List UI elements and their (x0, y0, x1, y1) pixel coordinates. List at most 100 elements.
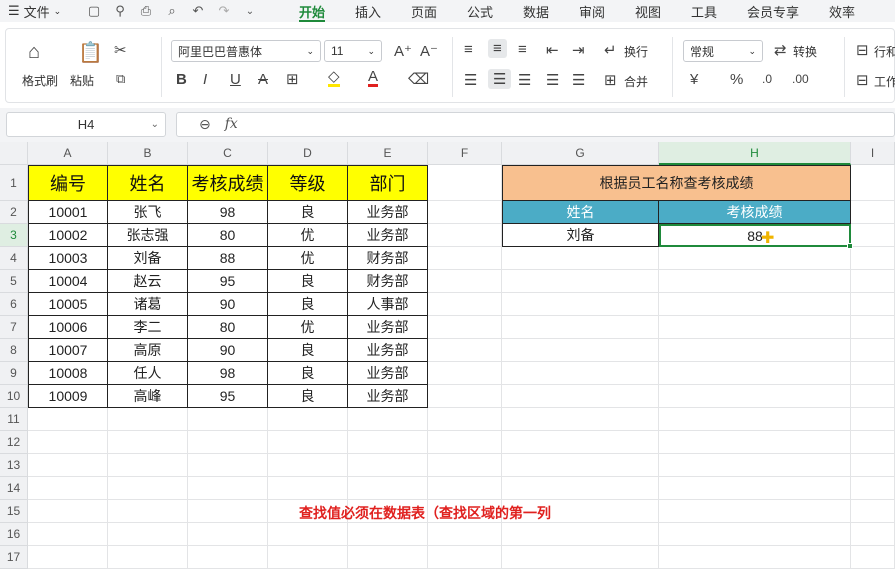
cell[interactable] (188, 408, 268, 431)
cell[interactable] (659, 247, 851, 270)
table-cell[interactable]: 88 (188, 247, 268, 270)
row-header-1[interactable]: 1 (0, 165, 28, 201)
cell[interactable] (188, 431, 268, 454)
cell[interactable] (851, 523, 895, 546)
table-cell[interactable]: 高原 (108, 339, 188, 362)
cell[interactable] (428, 454, 502, 477)
merge-label[interactable]: 合并 (624, 73, 648, 90)
cell[interactable] (659, 270, 851, 293)
table-cell[interactable]: 人事部 (348, 293, 428, 316)
tab-page[interactable]: 页面 (411, 2, 437, 21)
cell[interactable] (428, 385, 502, 408)
lookup-header-name[interactable]: 姓名 (502, 201, 659, 224)
table-cell[interactable]: 李二 (108, 316, 188, 339)
cell[interactable] (851, 339, 895, 362)
cell[interactable] (502, 362, 659, 385)
cell[interactable] (428, 247, 502, 270)
column-header-g[interactable]: G (502, 142, 659, 165)
cell[interactable] (659, 477, 851, 500)
cell[interactable] (851, 316, 895, 339)
border-icon[interactable]: ⊞ (286, 70, 299, 88)
fill-color-icon[interactable]: ◇ (328, 69, 340, 87)
cell[interactable] (502, 339, 659, 362)
tab-home[interactable]: 开始 (299, 2, 326, 22)
print-icon[interactable]: ⎙ (138, 3, 154, 19)
cell[interactable] (428, 477, 502, 500)
font-color-icon[interactable]: A (368, 69, 379, 87)
row-header-16[interactable]: 16 (0, 523, 28, 546)
lookup-score-cell[interactable]: 88 (659, 224, 851, 247)
row-header-6[interactable]: 6 (0, 293, 28, 316)
cell[interactable] (851, 224, 895, 247)
row-header-15[interactable]: 15 (0, 500, 28, 523)
cell[interactable] (348, 477, 428, 500)
format-painter-icon[interactable]: ⌂ (28, 41, 40, 64)
cell[interactable] (188, 500, 268, 523)
cell[interactable] (428, 523, 502, 546)
cell[interactable] (502, 523, 659, 546)
table-cell[interactable]: 98 (188, 201, 268, 224)
table-header-cell[interactable]: 部门 (348, 165, 428, 201)
fill-handle[interactable] (847, 243, 853, 249)
cell[interactable] (502, 385, 659, 408)
cell[interactable] (428, 165, 502, 201)
cell[interactable] (428, 339, 502, 362)
indent-decrease-icon[interactable]: ⇤ (546, 41, 559, 59)
wrap-text-label[interactable]: 换行 (624, 43, 648, 60)
cell[interactable] (659, 431, 851, 454)
lookup-name-cell[interactable]: 刘备 (502, 224, 659, 247)
cell[interactable] (428, 362, 502, 385)
format-painter-label[interactable]: 格式刷 (22, 72, 58, 89)
cell[interactable] (851, 431, 895, 454)
cell[interactable] (851, 546, 895, 569)
cell[interactable] (659, 454, 851, 477)
cell[interactable] (851, 408, 895, 431)
cell[interactable] (428, 293, 502, 316)
cell[interactable] (108, 431, 188, 454)
distribute-icon[interactable]: ☰ (572, 71, 585, 89)
underline-icon[interactable]: U (230, 71, 241, 88)
increase-decimal-icon[interactable]: .0 (762, 72, 772, 86)
row-header-7[interactable]: 7 (0, 316, 28, 339)
table-cell[interactable]: 张志强 (108, 224, 188, 247)
row-header-3[interactable]: 3 (0, 224, 28, 247)
column-header-i[interactable]: I (851, 142, 895, 165)
cell[interactable] (502, 247, 659, 270)
align-right-icon[interactable]: ☰ (518, 71, 531, 89)
increase-font-icon[interactable]: A⁺ (394, 42, 412, 60)
cell[interactable] (851, 385, 895, 408)
column-header-f[interactable]: F (428, 142, 502, 165)
strikethrough-icon[interactable]: A (258, 71, 268, 88)
row-header-14[interactable]: 14 (0, 477, 28, 500)
indent-increase-icon[interactable]: ⇥ (572, 41, 585, 59)
more-icon[interactable]: ⌄ (242, 6, 258, 17)
cell[interactable] (659, 293, 851, 316)
table-cell[interactable]: 业务部 (348, 385, 428, 408)
table-cell[interactable]: 良 (268, 339, 348, 362)
table-cell[interactable]: 业务部 (348, 224, 428, 247)
row-header-11[interactable]: 11 (0, 408, 28, 431)
cell[interactable] (348, 431, 428, 454)
table-header-cell[interactable]: 等级 (268, 165, 348, 201)
table-cell[interactable]: 10004 (28, 270, 108, 293)
cell[interactable] (659, 339, 851, 362)
row-col-icon[interactable]: ⊟ (856, 41, 869, 59)
tab-formula[interactable]: 公式 (467, 2, 493, 21)
align-center-icon[interactable]: ☰ (488, 69, 512, 89)
table-cell[interactable]: 10002 (28, 224, 108, 247)
column-header-h[interactable]: H (659, 142, 851, 165)
table-cell[interactable]: 良 (268, 385, 348, 408)
table-cell[interactable]: 10006 (28, 316, 108, 339)
table-cell[interactable]: 90 (188, 293, 268, 316)
cell[interactable] (851, 201, 895, 224)
table-cell[interactable]: 诸葛 (108, 293, 188, 316)
cell[interactable] (28, 523, 108, 546)
cell[interactable] (28, 454, 108, 477)
tab-view[interactable]: 视图 (635, 2, 661, 21)
cell[interactable] (428, 224, 502, 247)
align-bottom-icon[interactable]: ≡ (518, 41, 527, 58)
tab-review[interactable]: 审阅 (579, 2, 605, 21)
cell[interactable] (851, 270, 895, 293)
lookup-header-score[interactable]: 考核成绩 (659, 201, 851, 224)
table-cell[interactable]: 任人 (108, 362, 188, 385)
